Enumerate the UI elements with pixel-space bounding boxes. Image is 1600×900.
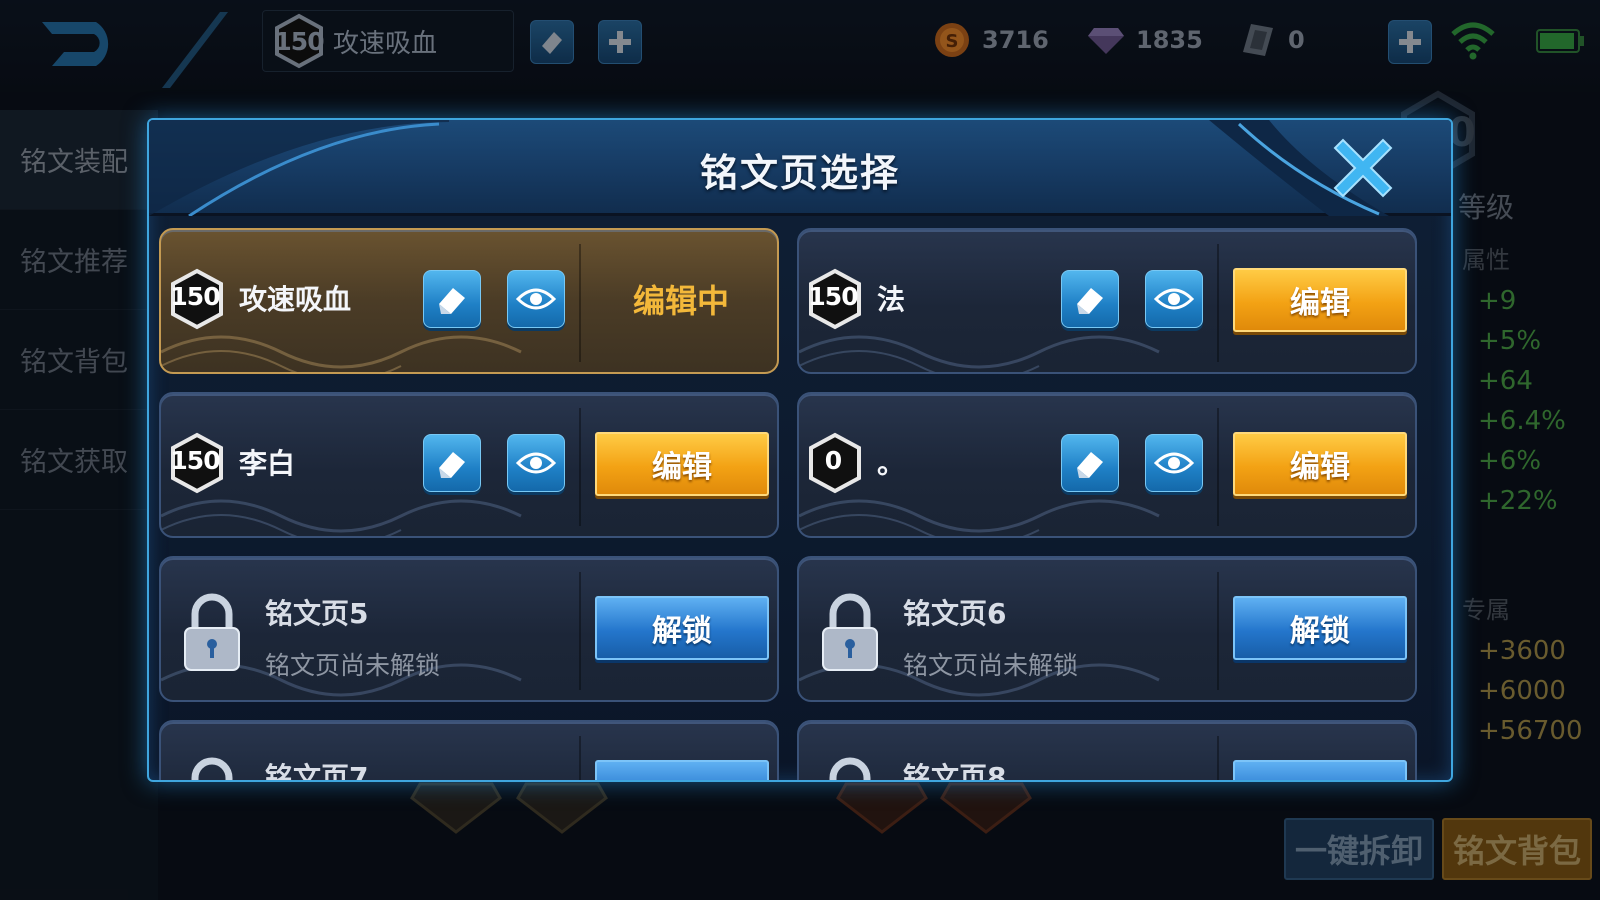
pencil-icon xyxy=(439,288,465,314)
level-badge: 150 xyxy=(807,268,861,330)
preview-button[interactable] xyxy=(507,434,565,492)
preview-button[interactable] xyxy=(1145,434,1203,492)
locked-page-card[interactable]: 铭文页8 xyxy=(797,720,1417,782)
page-name: 李白 xyxy=(239,447,296,480)
rune-page-card[interactable]: 150 李白 编辑 xyxy=(159,392,779,538)
rune-page-select-dialog: 铭文页选择 150 攻速吸血 编辑中 150 法 编辑 150 李白 编辑 0 … xyxy=(147,118,1453,782)
page-name: 铭文页7 xyxy=(265,761,369,782)
edit-button[interactable]: 编辑 xyxy=(1233,268,1407,332)
unlock-button[interactable]: 解锁 xyxy=(595,596,769,660)
page-name: 铭文页8 xyxy=(903,761,1007,782)
card-divider xyxy=(579,572,581,690)
eye-icon xyxy=(516,288,556,310)
locked-page-card[interactable]: 铭文页5 铭文页尚未解锁 解锁 xyxy=(159,556,779,702)
eye-icon xyxy=(1154,288,1194,310)
eye-icon xyxy=(516,452,556,474)
preview-button[interactable] xyxy=(1145,270,1203,328)
dialog-header: 铭文页选择 xyxy=(149,120,1451,216)
rename-button[interactable] xyxy=(423,434,481,492)
edit-button[interactable]: 编辑 xyxy=(595,432,769,496)
card-divider xyxy=(579,736,581,780)
card-divider xyxy=(1217,572,1219,690)
close-button[interactable] xyxy=(1327,132,1399,204)
page-name: 。 xyxy=(877,447,906,480)
eye-icon xyxy=(1154,452,1194,474)
page-name: 铭文页5 xyxy=(265,597,369,630)
page-name: 法 xyxy=(877,283,906,316)
edit-button[interactable]: 编辑 xyxy=(1233,432,1407,496)
level-badge: 150 xyxy=(169,268,223,330)
close-icon xyxy=(1333,138,1393,198)
lock-icon xyxy=(191,757,233,780)
locked-hint: 铭文页尚未解锁 xyxy=(265,651,441,680)
unlock-button[interactable] xyxy=(1233,760,1407,780)
rename-button[interactable] xyxy=(1061,434,1119,492)
rune-page-card[interactable]: 150 法 编辑 xyxy=(797,228,1417,374)
rune-page-card[interactable]: 0 。 编辑 xyxy=(797,392,1417,538)
pencil-icon xyxy=(439,452,465,478)
preview-button[interactable] xyxy=(507,270,565,328)
lock-icon xyxy=(184,593,240,671)
level-badge: 150 xyxy=(169,432,223,494)
card-divider xyxy=(1217,244,1219,362)
card-divider xyxy=(1217,736,1219,780)
rename-button[interactable] xyxy=(1061,270,1119,328)
locked-hint: 铭文页尚未解锁 xyxy=(903,651,1079,680)
editing-status: 编辑中 xyxy=(632,282,729,320)
locked-page-card[interactable]: 铭文页6 铭文页尚未解锁 解锁 xyxy=(797,556,1417,702)
unlock-button[interactable]: 解锁 xyxy=(1233,596,1407,660)
rune-page-card[interactable]: 150 攻速吸血 编辑中 xyxy=(159,228,779,374)
lock-icon xyxy=(829,757,871,780)
card-divider xyxy=(1217,408,1219,526)
lock-icon xyxy=(822,593,878,671)
page-name: 铭文页6 xyxy=(903,597,1007,630)
pencil-icon xyxy=(1077,288,1103,314)
page-name: 攻速吸血 xyxy=(239,283,352,316)
level-badge: 0 xyxy=(807,432,861,494)
pencil-icon xyxy=(1077,452,1103,478)
rename-button[interactable] xyxy=(423,270,481,328)
locked-page-card[interactable]: 铭文页7 xyxy=(159,720,779,782)
unlock-button[interactable] xyxy=(595,760,769,780)
dialog-title: 铭文页选择 xyxy=(699,151,900,195)
card-divider xyxy=(579,408,581,526)
